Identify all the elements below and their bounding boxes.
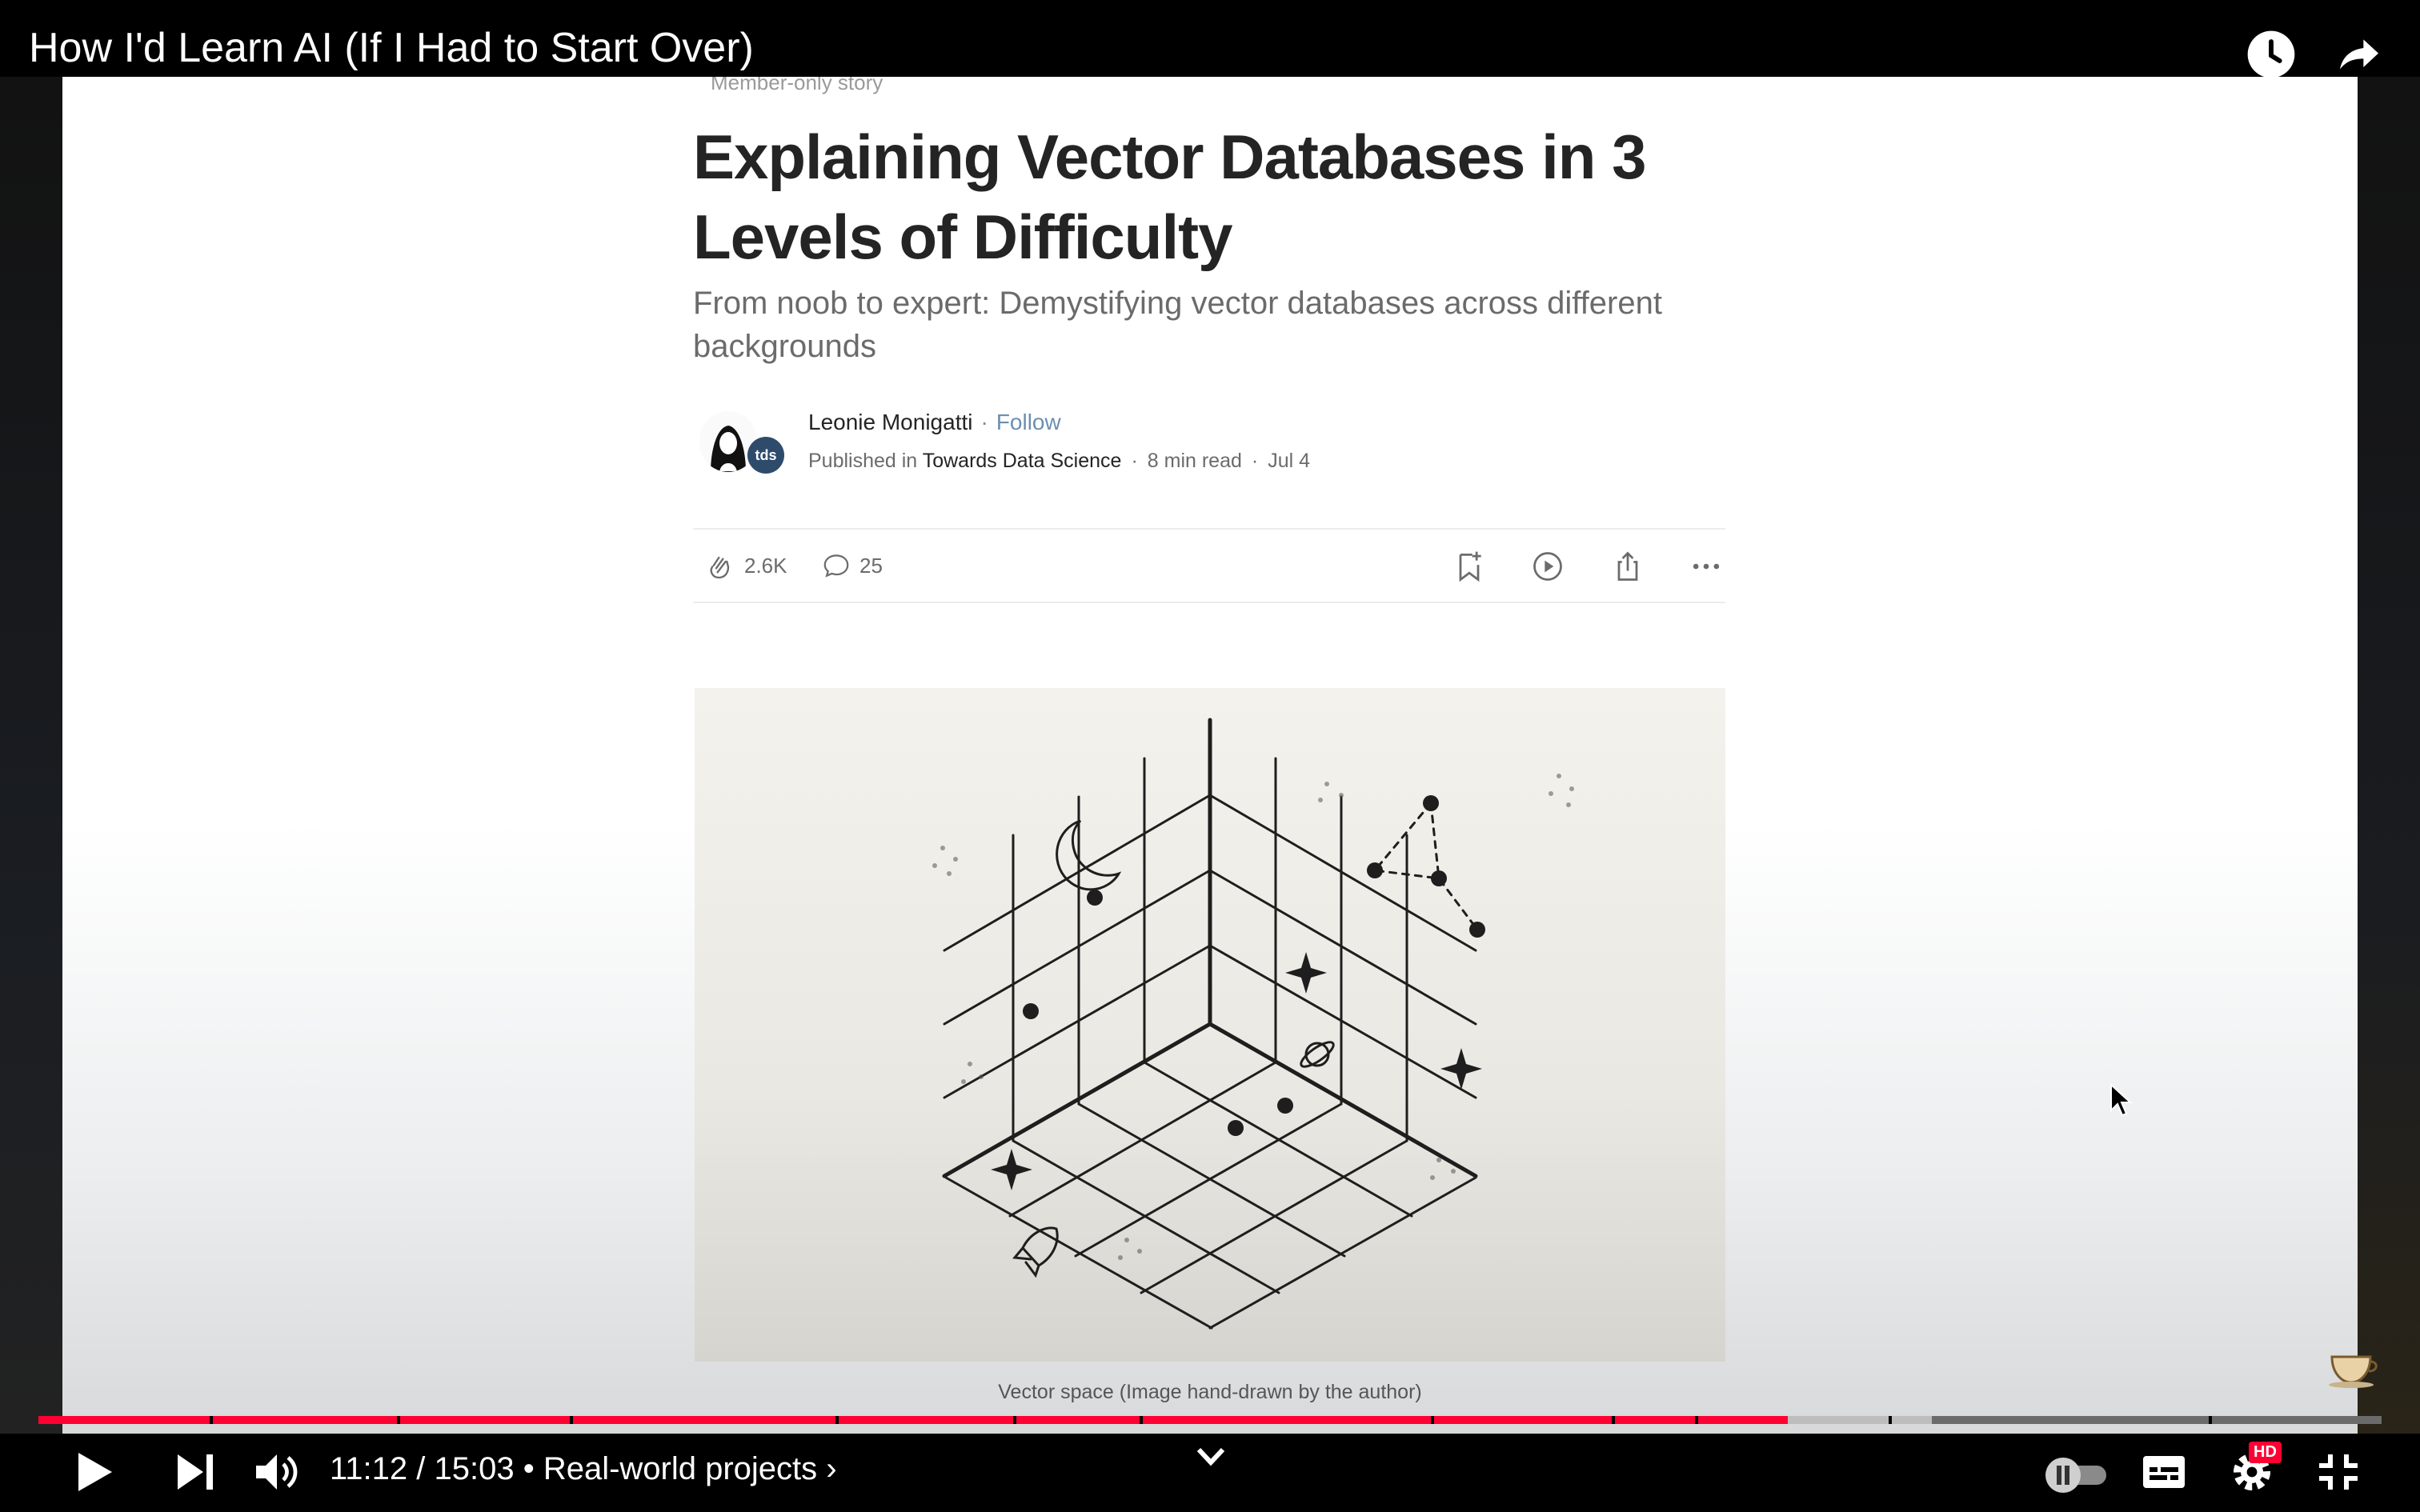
chapter-gap bbox=[1013, 1416, 1016, 1424]
chapter-gap bbox=[1612, 1416, 1615, 1424]
coffee-cup-icon bbox=[2329, 1355, 2378, 1388]
video-frame[interactable]: Member-only story Explaining Vector Data… bbox=[62, 75, 2358, 1435]
chapter-gap bbox=[570, 1416, 573, 1424]
chapter-gap bbox=[1695, 1416, 1698, 1424]
time-display: 11:12 / 15:03 • Real-world projects › bbox=[330, 1451, 837, 1487]
article-action-bar: 2.6K 25 bbox=[693, 528, 1725, 603]
publication-badge: tds bbox=[747, 437, 784, 474]
volume-icon[interactable] bbox=[253, 1450, 302, 1494]
member-only-label: Member-only story bbox=[711, 75, 883, 94]
chapter-button[interactable]: • Real-world projects › bbox=[523, 1451, 837, 1486]
chapter-gap bbox=[1889, 1416, 1892, 1424]
author-line: Leonie Monigatti · Follow bbox=[808, 410, 1061, 435]
share-icon[interactable] bbox=[2334, 29, 2385, 80]
subtitles-icon[interactable] bbox=[2142, 1451, 2186, 1493]
share-article-icon[interactable] bbox=[1610, 549, 1645, 584]
clap-count: 2.6K bbox=[744, 553, 787, 578]
publication-link[interactable]: Towards Data Science bbox=[923, 450, 1122, 472]
comment-button[interactable]: 25 bbox=[821, 549, 883, 582]
exit-fullscreen-icon[interactable] bbox=[2316, 1451, 2361, 1493]
follow-link[interactable]: Follow bbox=[996, 410, 1061, 434]
chevron-down-icon[interactable] bbox=[1194, 1445, 1228, 1469]
next-icon[interactable] bbox=[173, 1451, 218, 1493]
separator-dot: · bbox=[980, 410, 988, 434]
separator-dot: · bbox=[1251, 450, 1259, 472]
article-hero-image bbox=[695, 688, 1725, 1362]
progress-played bbox=[38, 1416, 1788, 1424]
progress-bar[interactable] bbox=[38, 1416, 2382, 1424]
image-caption: Vector space (Image hand-drawn by the au… bbox=[998, 1381, 1422, 1403]
progress-remaining bbox=[1932, 1416, 2382, 1424]
play-icon[interactable] bbox=[74, 1450, 115, 1494]
video-title[interactable]: How I'd Learn AI (If I Had to Start Over… bbox=[29, 24, 754, 72]
article-title: Explaining Vector Databases in 3 Levels … bbox=[693, 122, 1646, 272]
chapter-gap bbox=[2209, 1416, 2212, 1424]
comment-count: 25 bbox=[859, 553, 883, 578]
watch-later-icon[interactable] bbox=[2246, 29, 2297, 80]
article-subtitle: From noob to expert: Demystifying vector… bbox=[693, 286, 1662, 364]
clap-icon bbox=[710, 556, 730, 579]
separator-dot: · bbox=[1131, 450, 1138, 472]
top-bar: How I'd Learn AI (If I Had to Start Over… bbox=[0, 0, 2420, 80]
video-letterbox-left bbox=[0, 77, 62, 1437]
hd-badge: HD bbox=[2249, 1442, 2282, 1463]
author-name[interactable]: Leonie Monigatti bbox=[808, 410, 972, 434]
article-meta: Published in Towards Data Science · 8 min … bbox=[808, 450, 1310, 473]
autoplay-toggle-icon[interactable] bbox=[2042, 1453, 2109, 1494]
read-time: 8 min read bbox=[1147, 450, 1242, 472]
time-position: 11:12 / 15:03 bbox=[330, 1451, 515, 1486]
chapter-gap bbox=[1431, 1416, 1434, 1424]
bookmark-add-icon[interactable] bbox=[1452, 549, 1487, 584]
publish-date: Jul 4 bbox=[1268, 450, 1311, 472]
mouse-cursor-icon bbox=[2110, 1083, 2133, 1117]
listen-play-icon[interactable] bbox=[1530, 549, 1565, 584]
chapter-gap bbox=[397, 1416, 400, 1424]
chapter-gap bbox=[1140, 1416, 1143, 1424]
player-controls: 11:12 / 15:03 • Real-world projects › HD bbox=[0, 1434, 2420, 1512]
more-options-icon[interactable] bbox=[1689, 549, 1724, 584]
clap-button[interactable]: 2.6K bbox=[704, 549, 787, 582]
chapter-gap bbox=[835, 1416, 839, 1424]
comment-icon bbox=[823, 554, 849, 578]
video-letterbox-right bbox=[2358, 77, 2420, 1437]
published-in-label: Published in bbox=[808, 450, 918, 472]
progress-buffered bbox=[1788, 1416, 1932, 1424]
vector-space-illustration bbox=[932, 718, 1574, 1330]
chapter-gap bbox=[210, 1416, 213, 1424]
